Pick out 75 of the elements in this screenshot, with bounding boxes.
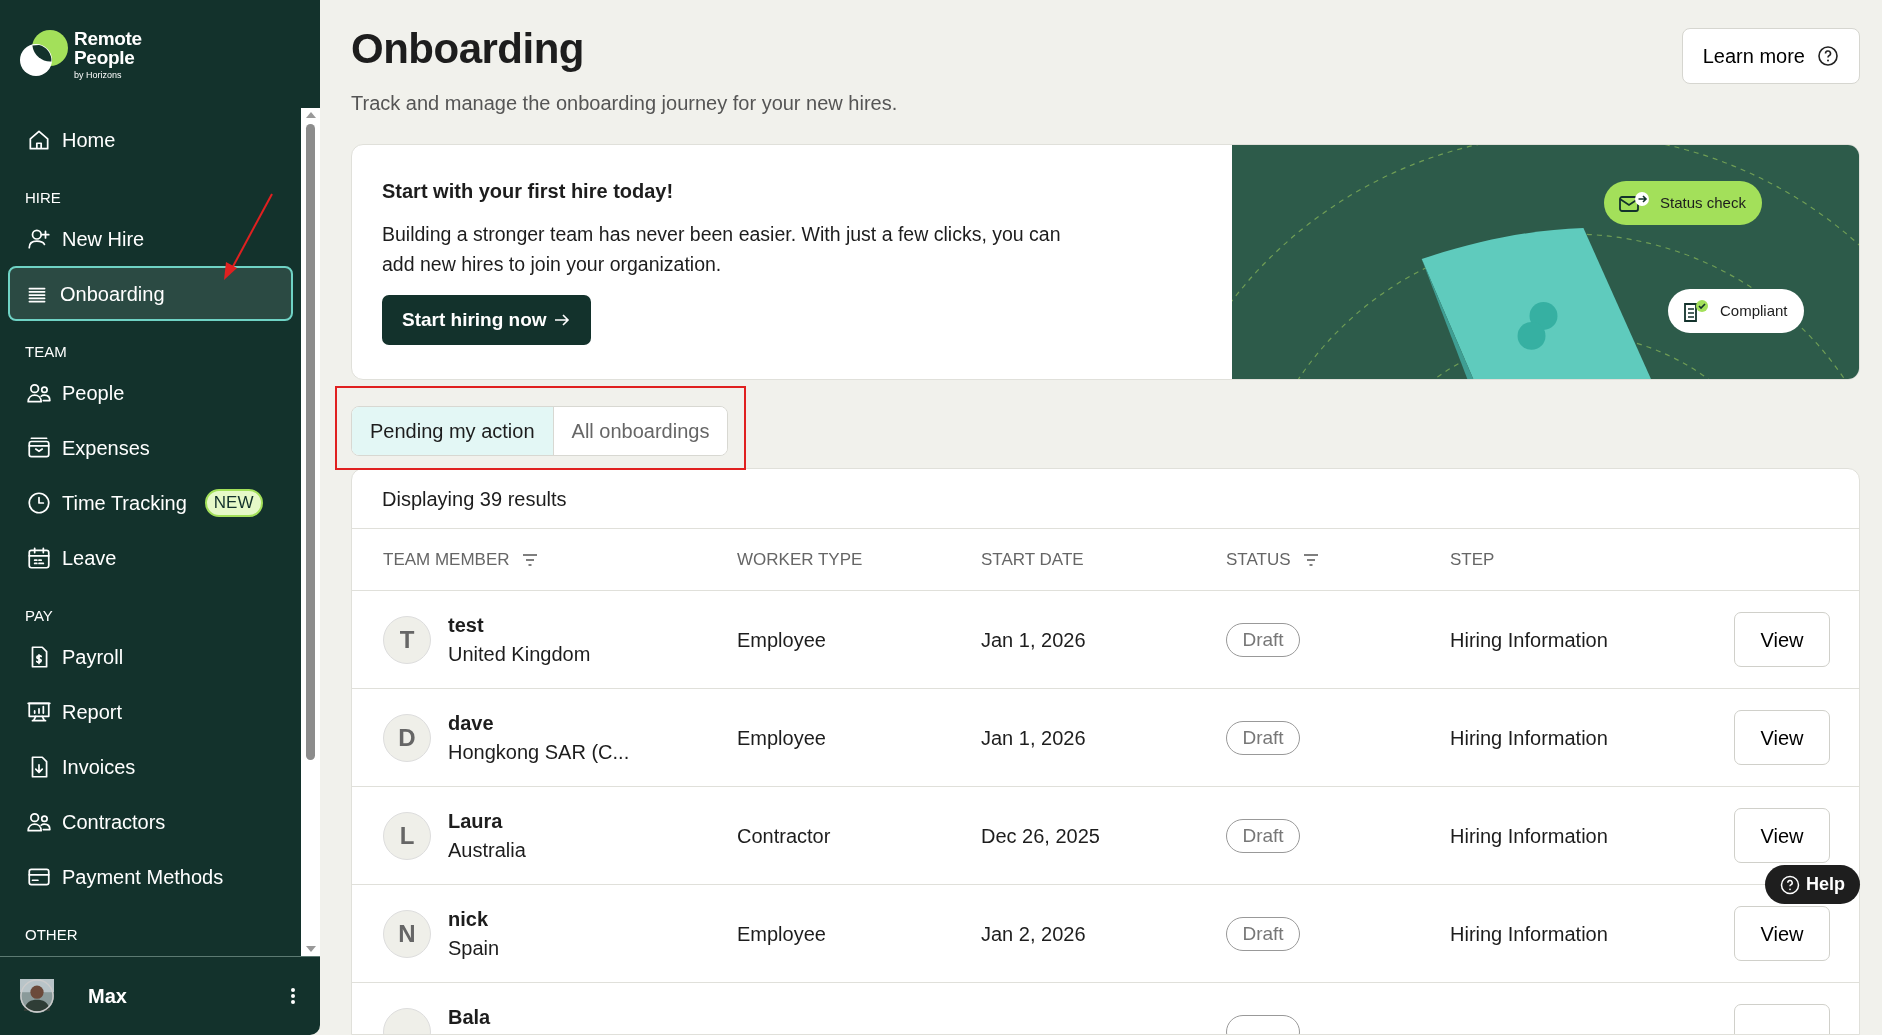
member-country: Spain (448, 935, 500, 961)
help-button[interactable]: Help (1765, 865, 1860, 904)
member-country: United Kingdom (448, 641, 591, 667)
logo-text: People (74, 47, 136, 67)
pill-label: Compliant (1720, 301, 1788, 322)
nav-item[interactable]: Onboarding (8, 266, 293, 321)
view-button[interactable]: View (1734, 808, 1830, 864)
results-count: Displaying 39 results (382, 486, 567, 512)
banner-text: Building a stronger team has never been easier. With just a few clicks, you can add new hires to join your organization. (382, 222, 1062, 278)
avatar: N (383, 909, 431, 958)
nav-item[interactable]: New Hire (0, 211, 301, 266)
worker-type: Employee (737, 627, 827, 653)
worker-type: Contractor (737, 823, 832, 849)
nav-item[interactable]: Payroll (0, 629, 301, 684)
calendar-icon (26, 544, 52, 571)
tab[interactable]: Pending my action (352, 407, 554, 456)
section-heading: TEAM (24, 342, 68, 362)
wallet-icon (26, 434, 52, 461)
logo-text: Remote (74, 28, 142, 48)
page-title: Onboarding (351, 24, 585, 74)
column-header: START DATE (981, 549, 1084, 572)
user-name: Max (88, 984, 127, 1009)
member-name: nick (448, 906, 490, 932)
start-hiring-button[interactable]: Start hiring now (382, 295, 591, 346)
member-name: test (448, 612, 485, 638)
start-date: Jan 2, 2026 (981, 921, 1087, 947)
clock-icon (26, 489, 52, 516)
column-header: STEP (1450, 549, 1495, 572)
section-heading: HIRE (24, 188, 62, 208)
member-country: Australia (448, 837, 526, 863)
step-name: Hiring Information (1450, 823, 1609, 849)
step-name: Hiring Information (1450, 921, 1609, 947)
nav-item[interactable]: Time Tracking NEW (0, 475, 301, 530)
scrollbar[interactable] (301, 108, 320, 956)
view-button[interactable]: View (1734, 710, 1830, 766)
view-button[interactable]: View (1734, 906, 1830, 962)
member-name: Laura (448, 808, 504, 834)
help-icon (1780, 874, 1800, 895)
nav-item[interactable]: Expenses (0, 420, 301, 475)
section-heading: PAY (24, 606, 54, 626)
banner-title: Start with your first hire today! (382, 179, 675, 204)
view-button[interactable]: View (1734, 612, 1830, 668)
nav-item[interactable]: Invoices (0, 739, 301, 794)
avatar: T (383, 615, 431, 664)
column-header: WORKER TYPE (737, 549, 863, 572)
avatar: L (383, 811, 431, 860)
nav-item[interactable]: Leave (0, 530, 301, 585)
filter-icon[interactable] (521, 552, 538, 567)
logo-tagline: by Horizons (74, 70, 123, 80)
learn-more-button[interactable]: Learn more (1681, 28, 1860, 84)
step-name: Hiring Information (1450, 627, 1609, 653)
column-header: TEAM MEMBER (383, 549, 510, 572)
page-subtitle: Track and manage the onboarding journey for your new hires. (351, 91, 898, 117)
pill-label: Status check (1660, 193, 1746, 214)
start-date: Jan 1, 2026 (981, 627, 1087, 653)
nav-item[interactable]: Report (0, 684, 301, 739)
section-heading: OTHER (24, 925, 79, 945)
step-name: Hiring Information (1450, 725, 1609, 751)
worker-type: Employee (737, 921, 827, 947)
member-name: Bala (448, 1004, 491, 1030)
member-name: dave (448, 710, 495, 736)
start-date: Jan 1, 2026 (981, 725, 1087, 751)
start-date: Dec 26, 2025 (981, 823, 1101, 849)
nav-item[interactable]: Contractors (0, 794, 301, 849)
avatar: D (383, 713, 431, 762)
worker-type: Employee (737, 725, 827, 751)
nav-item[interactable]: Payment Methods (0, 849, 301, 904)
member-country: Hongkong SAR (C... (448, 739, 630, 765)
help-icon (1817, 45, 1839, 67)
nav-item[interactable]: People (0, 365, 301, 420)
new-badge: NEW (204, 488, 263, 517)
column-header: STATUS (1226, 549, 1291, 572)
more-menu-icon[interactable] (290, 987, 296, 1005)
filter-icon[interactable] (1302, 552, 1319, 567)
nav-item[interactable]: Home (0, 112, 301, 167)
